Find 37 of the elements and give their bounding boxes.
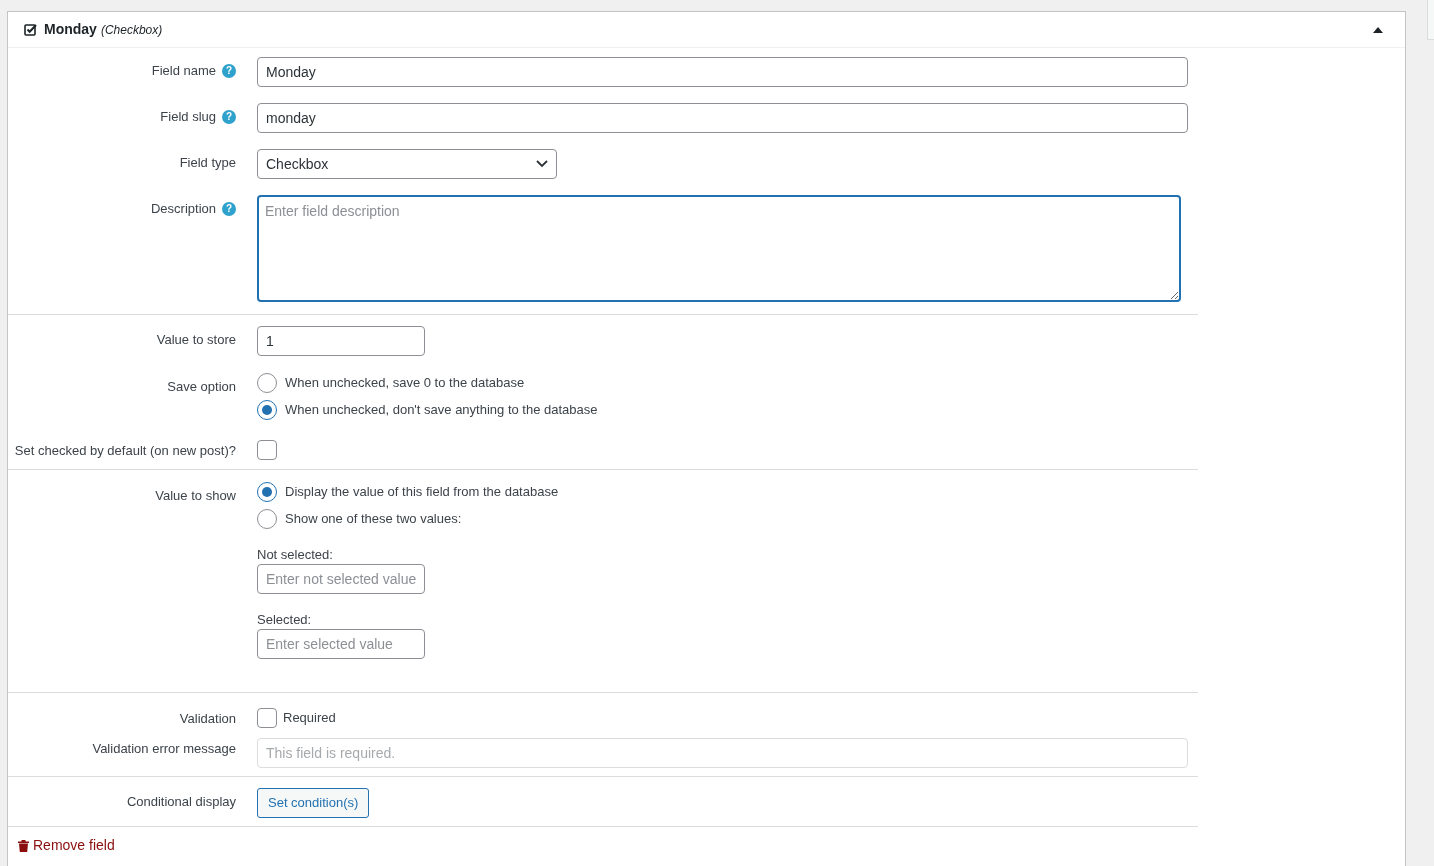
remove-field-link[interactable]: Remove field (18, 835, 115, 856)
field-label: Field slug (160, 108, 216, 126)
text-field[interactable]: Enter not selected value (257, 564, 425, 594)
option-label: When unchecked, don't save anything to the database (285, 401, 598, 419)
field-label: Conditional display (126, 793, 236, 811)
text-field[interactable]: 1 (257, 326, 425, 356)
caret-up-icon (1373, 25, 1383, 34)
option-label: When unchecked, save 0 to the database (285, 374, 525, 392)
field-label: Description (150, 200, 216, 218)
field-label: Value to show (155, 487, 236, 505)
field-caption: Not selected: (257, 546, 334, 563)
field-title: Monday (44, 20, 97, 39)
field-caption: Selected: (257, 611, 313, 628)
option-label: Show one of these two values: (285, 510, 462, 528)
text-field[interactable]: Monday (257, 57, 1188, 87)
set-conditions-button[interactable]: Set condition(s) (257, 788, 370, 818)
field-label: Validation error message (92, 740, 236, 758)
chevron-down-icon (536, 160, 548, 168)
field-label: Save option (167, 378, 236, 396)
checkbox-label: Required (283, 709, 336, 728)
adjacent-panel (1427, 0, 1434, 40)
field-label: Validation (179, 710, 236, 728)
option-label: Display the value of this field from the database (285, 483, 559, 501)
checkbox[interactable] (257, 708, 277, 728)
checkbox[interactable] (257, 440, 277, 460)
field-label: Field name (151, 62, 216, 80)
collapse-toggle[interactable] (1373, 25, 1383, 34)
field-label: Field type (179, 154, 236, 172)
text-field[interactable]: monday (257, 103, 1188, 133)
field-type-label: (Checkbox) (100, 21, 163, 39)
dropdown[interactable]: Checkbox (257, 149, 557, 179)
checkbox-icon (24, 23, 37, 36)
field-label: Set checked by default (on new post)? (14, 442, 236, 460)
description-field[interactable]: Enter field description (257, 195, 1181, 302)
text-field[interactable]: Enter selected value (257, 629, 425, 659)
field-label: Value to store (156, 331, 236, 349)
trash-icon (18, 839, 29, 852)
